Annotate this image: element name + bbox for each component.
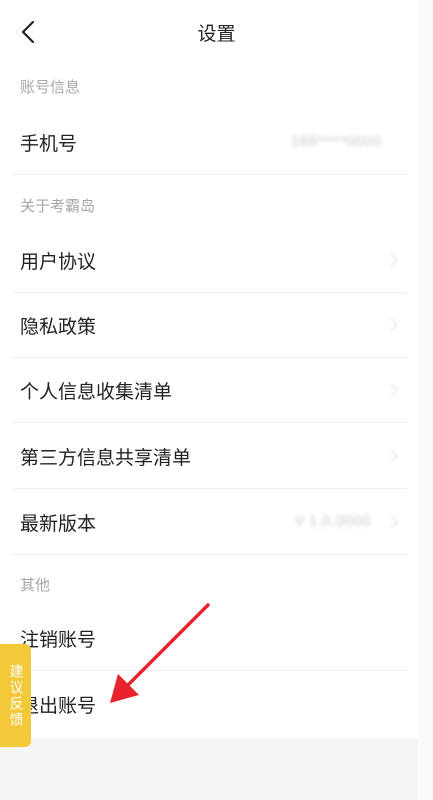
- annotation-arrow-icon: [110, 603, 210, 703]
